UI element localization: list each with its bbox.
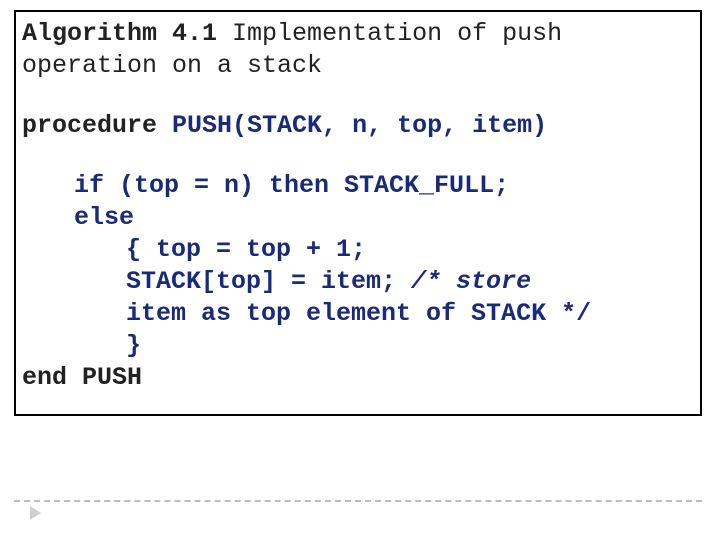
title-label: Algorithm 4.1 xyxy=(22,19,217,48)
dashed-divider xyxy=(14,500,702,502)
code-if: if (top = n) then STACK_FULL; xyxy=(74,170,696,202)
comment-start: /* store xyxy=(396,267,531,296)
algorithm-title: Algorithm 4.1 Implementation of push ope… xyxy=(22,18,696,82)
algorithm-box: Algorithm 4.1 Implementation of push ope… xyxy=(14,10,702,416)
procedure-line: procedure PUSH(STACK, n, top, item) xyxy=(22,110,696,142)
code-else: else xyxy=(74,202,696,234)
code-close-brace: } xyxy=(126,330,696,362)
comment-end: item as top element of STACK */ xyxy=(126,298,696,330)
code-open-brace: { top = top + 1; xyxy=(126,234,696,266)
code-end: end PUSH xyxy=(22,362,696,394)
procedure-signature: PUSH(STACK, n, top, item) xyxy=(157,111,547,140)
code-assign-line: STACK[top] = item; /* store xyxy=(126,266,696,298)
procedure-keyword: procedure xyxy=(22,111,157,140)
code-assign: STACK[top] = item; xyxy=(126,267,396,296)
bullet-marker-icon xyxy=(30,506,41,520)
